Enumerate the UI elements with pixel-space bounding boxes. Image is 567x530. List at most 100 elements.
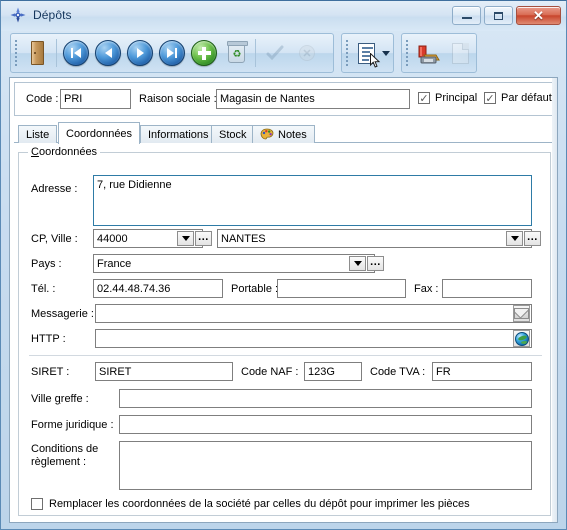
tel-label: Tél. :	[31, 283, 56, 295]
http-label: HTTP :	[31, 333, 66, 345]
preview-button[interactable]	[444, 37, 476, 69]
palette-icon	[260, 128, 274, 141]
tab-liste[interactable]: Liste	[18, 125, 58, 143]
first-record-button[interactable]	[60, 37, 92, 69]
document-list-icon	[357, 42, 375, 64]
section-divider	[29, 355, 542, 356]
checkmark-icon: ✓	[419, 91, 429, 105]
door-icon	[30, 41, 44, 65]
siret-input[interactable]	[95, 362, 233, 381]
toolbar: ♻ ✕	[1, 31, 566, 75]
toolbar-grip[interactable]	[404, 40, 411, 66]
remplacer-coordonnees-checkbox[interactable]: Remplacer les coordonnées de la société …	[31, 498, 470, 510]
next-record-icon	[127, 40, 153, 66]
toolbar-navigation-group: ♻ ✕	[10, 33, 334, 73]
close-button[interactable]: ✕	[516, 6, 561, 25]
tab-informations-label: Informations	[148, 128, 209, 141]
toolbar-separator	[56, 39, 57, 67]
globe-icon	[514, 331, 529, 346]
chevron-down-icon[interactable]	[382, 50, 390, 56]
title-bar-left: Dépôts	[10, 7, 72, 23]
previous-record-button[interactable]	[92, 37, 124, 69]
ville-greffe-label: Ville greffe :	[31, 393, 89, 405]
maximize-button[interactable]	[484, 6, 513, 25]
code-naf-input[interactable]	[304, 362, 362, 381]
code-tva-input[interactable]	[432, 362, 532, 381]
exit-button[interactable]	[21, 37, 53, 69]
tab-strip: Liste Coordonnées Informations Stock Not…	[14, 122, 555, 144]
vertical-scroll-rail[interactable]	[552, 78, 557, 522]
print-button[interactable]	[412, 37, 444, 69]
cp-dropdown-button[interactable]	[177, 231, 194, 246]
conditions-reglement-textarea[interactable]	[119, 441, 532, 490]
fax-input[interactable]	[442, 279, 532, 298]
code-tva-label: Code TVA :	[370, 366, 426, 378]
validate-button[interactable]	[259, 37, 291, 69]
ville-dropdown-button[interactable]	[506, 231, 523, 246]
code-naf-label: Code NAF :	[241, 366, 299, 378]
next-record-button[interactable]	[124, 37, 156, 69]
par-defaut-checkbox[interactable]: ✓ Par défaut	[484, 92, 552, 104]
principal-checkbox[interactable]: ✓ Principal	[418, 92, 477, 104]
checkmark-icon: ✓	[485, 91, 495, 105]
forme-juridique-label: Forme juridique :	[31, 419, 114, 431]
first-record-icon	[63, 40, 89, 66]
minimize-icon	[461, 17, 472, 19]
tab-stock-label: Stock	[219, 128, 247, 141]
http-input[interactable]	[95, 329, 532, 348]
adresse-textarea[interactable]	[93, 175, 532, 226]
tab-notes[interactable]: Notes	[252, 125, 315, 143]
depots-window: Dépôts ✕ ♻ ✕ Code: PRI Raison sociale:…	[0, 0, 567, 530]
tab-stock[interactable]: Stock	[211, 125, 255, 143]
toolbar-grip[interactable]	[13, 40, 20, 66]
last-record-button[interactable]	[156, 37, 188, 69]
code-input[interactable]	[60, 89, 131, 109]
ville-input[interactable]	[217, 229, 532, 248]
close-icon: ✕	[533, 8, 544, 23]
par-defaut-label: Par défaut	[501, 92, 552, 104]
client-area: Code : Raison sociale : ✓ Principal ✓ Pa…	[9, 77, 558, 523]
toolbar-separator	[255, 39, 256, 67]
portable-label: Portable :	[231, 283, 279, 295]
tab-coordonnees[interactable]: Coordonnées	[58, 122, 141, 144]
fax-label: Fax :	[414, 283, 439, 295]
messagerie-send-button[interactable]	[513, 305, 530, 322]
raison-sociale-label: Raison sociale :	[139, 93, 217, 105]
trash-icon: ♻	[226, 41, 248, 63]
pays-browse-button[interactable]: ...	[367, 256, 384, 271]
pays-label: Pays :	[31, 258, 62, 270]
record-header-panel: Code : Raison sociale : ✓ Principal ✓ Pa…	[14, 82, 555, 116]
add-record-button[interactable]	[188, 37, 220, 69]
raison-sociale-input[interactable]	[216, 89, 410, 109]
ville-browse-button[interactable]: ...	[524, 231, 541, 246]
printer-icon	[417, 44, 440, 63]
window-controls: ✕	[452, 6, 561, 25]
cancel-button[interactable]: ✕	[291, 37, 323, 69]
title-bar: Dépôts ✕	[1, 1, 566, 31]
principal-checkbox-box: ✓	[418, 92, 430, 104]
tel-input[interactable]	[93, 279, 223, 298]
messagerie-input[interactable]	[95, 304, 532, 323]
pays-input[interactable]	[93, 254, 375, 273]
toolbar-grip[interactable]	[344, 40, 351, 66]
toolbar-list-group	[341, 33, 394, 73]
adresse-label: Adresse :	[31, 183, 78, 195]
portable-input[interactable]	[277, 279, 406, 298]
pays-dropdown-button[interactable]	[349, 256, 366, 271]
compass-icon	[10, 7, 26, 23]
forme-juridique-input[interactable]	[119, 415, 532, 434]
cp-ville-label: CP, Ville :	[31, 233, 78, 245]
ville-greffe-input[interactable]	[119, 389, 532, 408]
minimize-button[interactable]	[452, 6, 481, 25]
tab-coordonnees-label: Coordonnées	[66, 127, 133, 140]
tab-informations[interactable]: Informations	[140, 125, 217, 143]
cp-browse-button[interactable]: ...	[195, 231, 212, 246]
window-title: Dépôts	[33, 8, 72, 22]
http-open-button[interactable]	[513, 330, 530, 347]
code-label: Code :	[26, 93, 59, 105]
remplacer-label: Remplacer les coordonnées de la société …	[49, 498, 470, 510]
list-button[interactable]	[352, 37, 381, 69]
chevron-down-icon	[181, 236, 190, 241]
siret-label: SIRET :	[31, 366, 70, 378]
delete-record-button[interactable]: ♻	[220, 37, 252, 69]
